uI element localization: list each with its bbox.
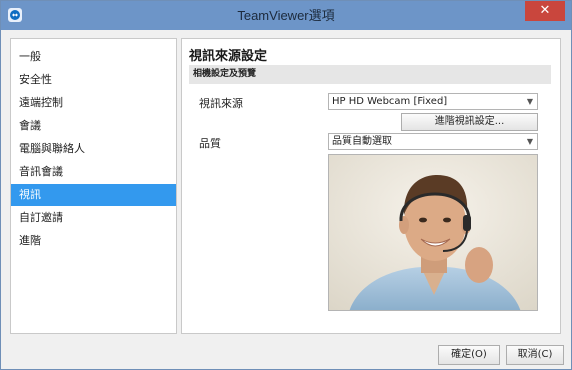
quality-value: 品質自動選取 [332, 136, 392, 147]
webcam-preview [328, 154, 538, 311]
chevron-down-icon: ▼ [526, 97, 533, 106]
sidebar-item-security[interactable]: 安全性 [11, 69, 176, 91]
window-title: TeamViewer選項 [237, 8, 335, 23]
close-button[interactable]: ✕ [525, 1, 565, 21]
title-bar[interactable]: TeamViewer選項 ✕ [1, 1, 571, 30]
advanced-video-settings-button[interactable]: 進階視訊設定... [401, 113, 538, 131]
sidebar-item-computers-contacts[interactable]: 電腦與聯絡人 [11, 138, 176, 160]
group-header: 相機設定及預覽 [189, 65, 551, 84]
cancel-button[interactable]: 取消(C) [506, 345, 564, 365]
sidebar-item-video[interactable]: 視訊 [11, 184, 176, 206]
video-source-label: 視訊來源 [199, 97, 243, 110]
sidebar-item-custom-invitation[interactable]: 自訂邀請 [11, 207, 176, 229]
sidebar-item-general[interactable]: 一般 [11, 46, 176, 68]
category-sidebar: 一般 安全性 遠端控制 會議 電腦與聯絡人 音訊會議 視訊 自訂邀請 進階 [10, 38, 177, 334]
sidebar-item-meeting[interactable]: 會議 [11, 115, 176, 137]
section-title: 視訊來源設定 [189, 49, 268, 64]
sidebar-item-audio-conferencing[interactable]: 音訊會議 [11, 161, 176, 183]
quality-label: 品質 [199, 137, 221, 150]
sidebar-item-remote-control[interactable]: 遠端控制 [11, 92, 176, 114]
ok-button[interactable]: 確定(O) [438, 345, 500, 365]
quality-select[interactable]: 品質自動選取 ▼ [328, 133, 538, 150]
settings-panel: 視訊來源設定 相機設定及預覽 視訊來源 HP HD Webcam [Fixed]… [181, 38, 561, 334]
video-source-value: HP HD Webcam [Fixed] [332, 96, 448, 107]
chevron-down-icon: ▼ [526, 137, 533, 146]
sidebar-item-advanced[interactable]: 進階 [11, 230, 176, 252]
dialog-body: 一般 安全性 遠端控制 會議 電腦與聯絡人 音訊會議 視訊 自訂邀請 進階 視訊… [1, 30, 571, 369]
options-window: TeamViewer選項 ✕ 一般 安全性 遠端控制 會議 電腦與聯絡人 音訊會… [0, 0, 572, 370]
video-source-select[interactable]: HP HD Webcam [Fixed] ▼ [328, 93, 538, 110]
